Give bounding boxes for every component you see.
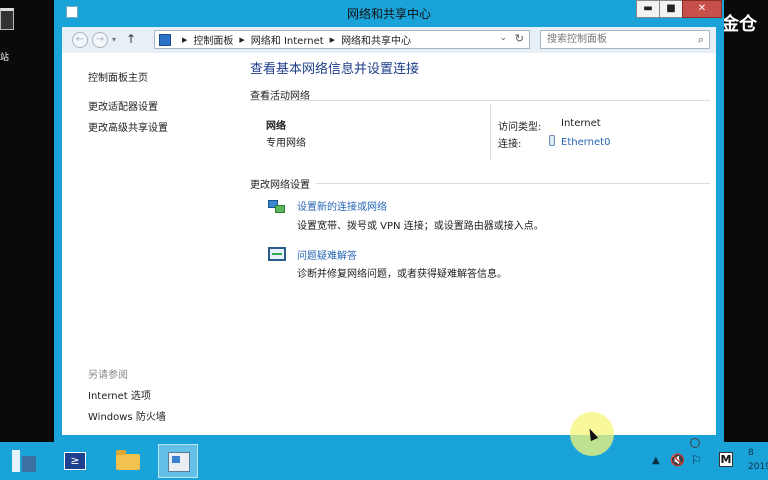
breadcrumb-item[interactable]: 网络和共享中心 [341, 32, 411, 47]
change-settings-title: 更改网络设置 [250, 180, 310, 191]
back-button[interactable]: ← [72, 32, 88, 48]
breadcrumb-item[interactable]: 控制面板 [193, 32, 233, 47]
minimize-button[interactable]: ▬ [636, 0, 660, 18]
navigation-toolbar: ← → ▾ ↑ ▶ 控制面板 ▶ 网络和 Internet ▶ 网络和共享中心 … [62, 27, 716, 53]
desktop-recycle-bin[interactable]: 站 [0, 4, 14, 63]
see-also-internet-options[interactable]: Internet 选项 [88, 387, 151, 402]
control-panel-icon [159, 33, 171, 46]
see-also-windows-firewall[interactable]: Windows 防火墙 [88, 408, 166, 423]
up-button[interactable]: ↑ [126, 32, 136, 46]
new-connection-icon [268, 198, 286, 214]
troubleshoot-icon [268, 247, 286, 263]
troubleshoot-link[interactable]: 问题疑难解答 [297, 247, 357, 262]
network-name: 网络 [266, 121, 286, 132]
search-placeholder: 搜索控制面板 [547, 34, 607, 45]
taskbar-control-panel-button[interactable] [158, 444, 198, 478]
content-pane: 控制面板主页 更改适配器设置 更改高级共享设置 另请参阅 Internet 选项… [62, 53, 716, 435]
server-manager-icon [12, 450, 36, 474]
access-type-value: Internet [561, 118, 601, 129]
window-title: 网络和共享中心 [346, 7, 431, 21]
main-panel: 查看基本网络信息并设置连接 查看活动网络 网络 专用网络 访问类型: Inter… [232, 53, 716, 435]
system-clock[interactable]: 8 2019 [748, 446, 768, 474]
start-button[interactable] [2, 444, 42, 478]
taskbar: ≥ ▲ 🔇 ⚐ M 8 2019 [0, 442, 768, 480]
maximize-button[interactable]: ■ [659, 0, 683, 18]
breadcrumb-item[interactable]: 网络和 Internet [251, 32, 324, 47]
page-title: 查看基本网络信息并设置连接 [250, 62, 420, 77]
network-tray-icon[interactable]: ⚐ [691, 453, 702, 467]
recycle-bin-icon [0, 8, 14, 30]
see-also-title: 另请参阅 [88, 370, 128, 381]
section-divider [250, 100, 710, 101]
troubleshoot-description: 诊断并修复网络问题，或者获得疑难解答信息。 [297, 269, 507, 280]
address-dropdown-icon[interactable]: ⌄ [499, 33, 507, 43]
ime-indicator[interactable]: M [719, 452, 733, 467]
powershell-icon: ≥ [64, 452, 86, 470]
clock-time: 8 [748, 448, 754, 458]
clock-date: 2019 [748, 462, 768, 472]
connection-value[interactable]: Ethernet0 [561, 137, 610, 148]
refresh-button[interactable]: ↻ [515, 32, 524, 45]
breadcrumb-separator-icon[interactable]: ▶ [239, 36, 244, 44]
sidebar-item-adapter-settings[interactable]: 更改适配器设置 [88, 98, 158, 113]
breadcrumb-separator-icon[interactable]: ▶ [182, 36, 187, 44]
show-hidden-icons-button[interactable]: ▲ [652, 455, 660, 466]
sidebar-item-advanced-sharing[interactable]: 更改高级共享设置 [88, 119, 168, 134]
recent-pages-icon[interactable]: ▾ [112, 35, 116, 44]
forward-button[interactable]: → [92, 32, 108, 48]
connection-label: 连接: [498, 139, 522, 150]
new-connection-link[interactable]: 设置新的连接或网络 [297, 198, 387, 213]
title-bar[interactable]: 网络和共享中心 ▬ ■ ✕ [54, 0, 724, 26]
network-sharing-window: 网络和共享中心 ▬ ■ ✕ ← → ▾ ↑ ▶ 控制面板 ▶ 网络和 Inter… [54, 0, 724, 442]
section-divider [316, 183, 710, 184]
ethernet-icon [549, 135, 555, 146]
network-divider [490, 105, 491, 159]
speaker-muted-icon[interactable]: 🔇 [670, 453, 685, 467]
control-panel-icon [168, 452, 190, 472]
access-type-label: 访问类型: [498, 122, 542, 133]
watermark-text: 金仓 [721, 14, 757, 35]
sidebar: 控制面板主页 更改适配器设置 更改高级共享设置 另请参阅 Internet 选项… [62, 53, 232, 435]
search-icon[interactable]: ⌕ [698, 31, 704, 48]
sidebar-item-control-panel-home[interactable]: 控制面板主页 [88, 69, 148, 84]
taskbar-powershell-button[interactable]: ≥ [56, 444, 96, 478]
ethernet-connection-link[interactable]: Ethernet0 [549, 135, 610, 148]
breadcrumb-separator-icon[interactable]: ▶ [330, 36, 335, 44]
folder-icon [116, 450, 140, 470]
taskbar-explorer-button[interactable] [108, 444, 148, 478]
close-button[interactable]: ✕ [682, 0, 722, 18]
ring-indicator-icon [690, 438, 700, 448]
network-type-link[interactable]: 专用网络 [266, 134, 306, 149]
new-connection-description: 设置宽带、拨号或 VPN 连接；或设置路由器或接入点。 [297, 221, 544, 232]
search-input[interactable]: 搜索控制面板 ⌕ [540, 30, 710, 49]
address-bar[interactable]: ▶ 控制面板 ▶ 网络和 Internet ▶ 网络和共享中心 ⌄ ↻ [154, 30, 530, 49]
desktop-icon-label: 站 [0, 53, 10, 63]
